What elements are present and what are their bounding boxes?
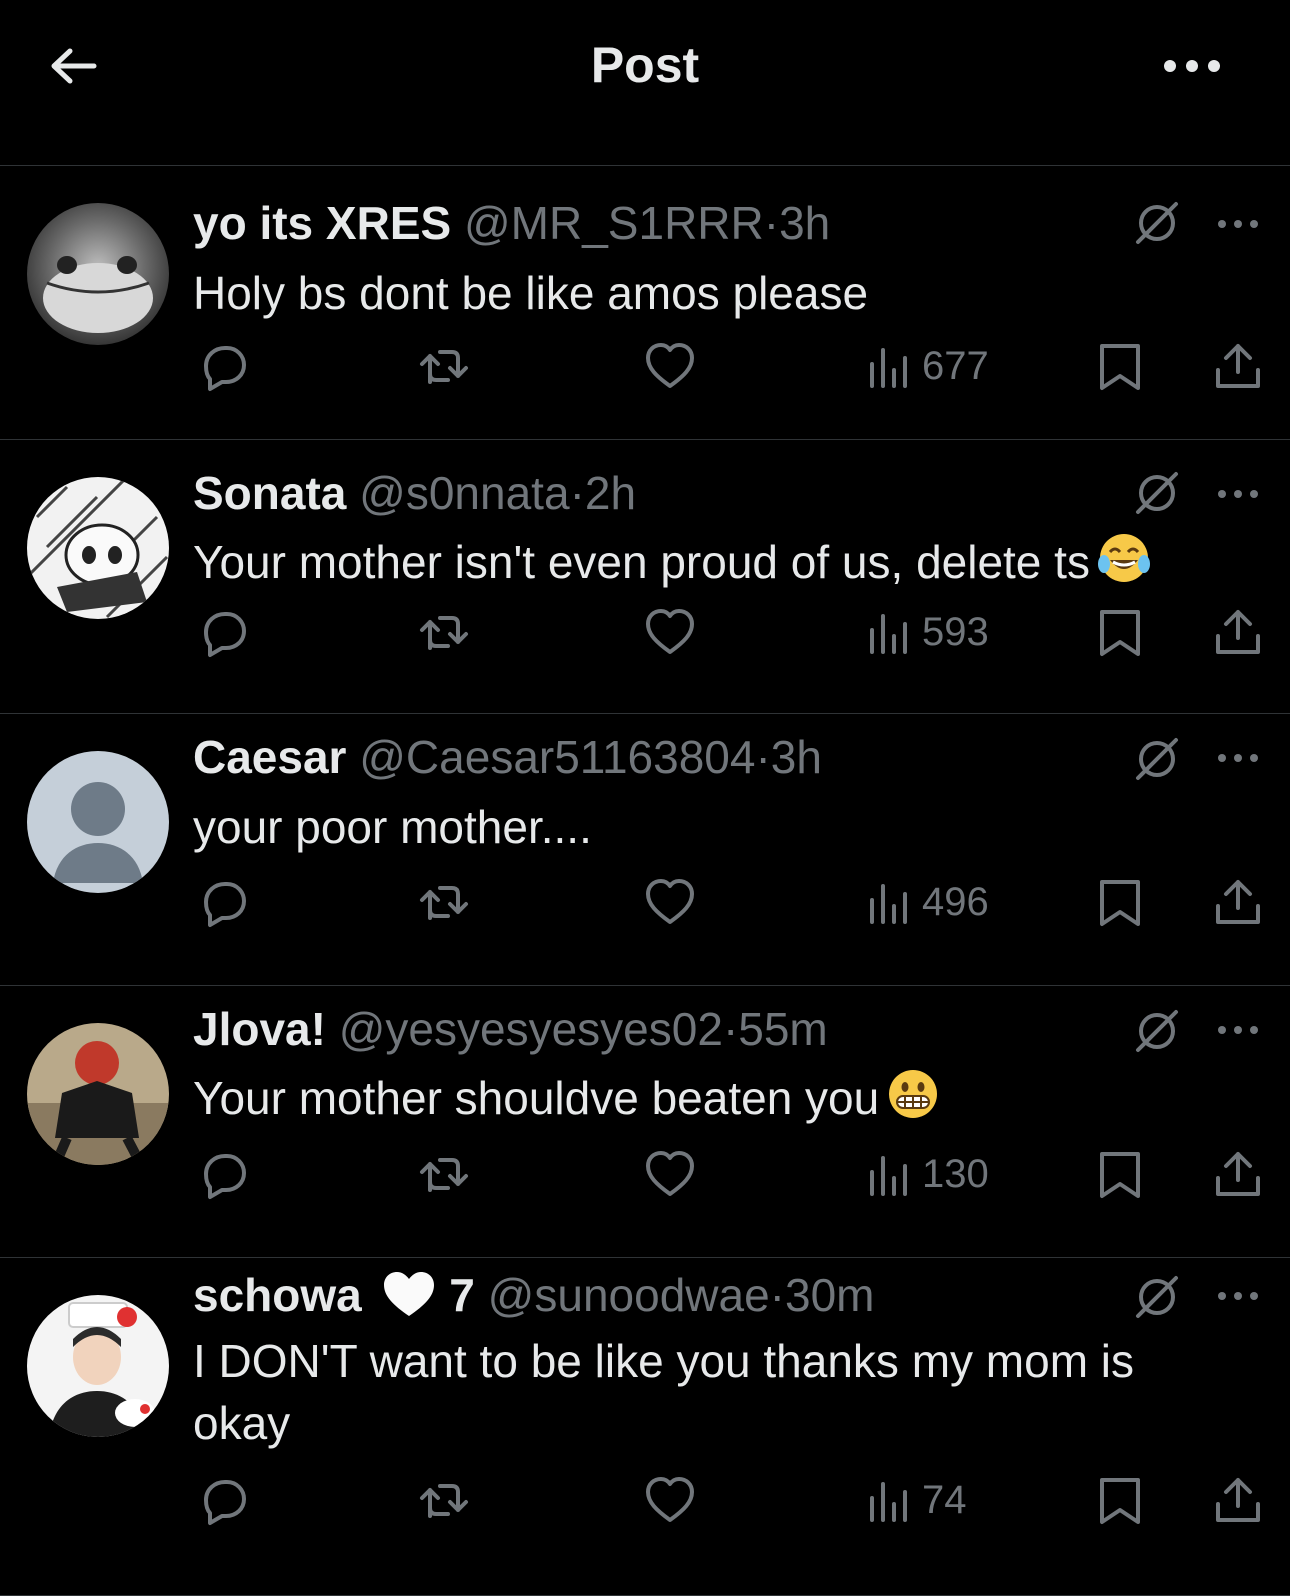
views-icon bbox=[870, 884, 907, 924]
share-icon[interactable] bbox=[1210, 874, 1266, 930]
action-bar: 74 bbox=[0, 1472, 1290, 1532]
display-name[interactable]: Jlova! bbox=[193, 1003, 326, 1055]
like-icon[interactable] bbox=[642, 1472, 698, 1528]
views-icon bbox=[870, 614, 907, 654]
views-icon bbox=[870, 1156, 907, 1196]
reply-icon[interactable] bbox=[194, 604, 250, 660]
share-icon[interactable] bbox=[1210, 1146, 1266, 1202]
views-button[interactable]: 593 bbox=[868, 604, 989, 660]
separator: · bbox=[569, 467, 585, 519]
post-text: I DON'T want to be like you thanks my mo… bbox=[193, 1335, 1135, 1449]
like-icon[interactable] bbox=[642, 338, 698, 394]
grok-icon[interactable] bbox=[1132, 468, 1182, 518]
post-text: Your mother shouldve beaten you bbox=[193, 1072, 880, 1124]
post-text: Holy bs dont be like amos please bbox=[193, 267, 869, 319]
post-more-icon[interactable] bbox=[1216, 748, 1260, 768]
white-heart-icon bbox=[383, 1272, 434, 1316]
like-icon[interactable] bbox=[642, 1146, 698, 1202]
post-more-icon[interactable] bbox=[1216, 484, 1260, 504]
like-icon[interactable] bbox=[642, 874, 698, 930]
reply-icon[interactable] bbox=[194, 1472, 250, 1528]
separator: · bbox=[769, 1269, 785, 1321]
grok-icon[interactable] bbox=[1132, 198, 1182, 248]
views-button[interactable]: 677 bbox=[868, 338, 989, 394]
reply-post[interactable]: yo its XRES @MR_S1RRR·3h Holy bs dont be… bbox=[0, 166, 1290, 440]
reply-icon[interactable] bbox=[194, 338, 250, 394]
views-button[interactable]: 496 bbox=[868, 874, 989, 930]
bookmark-icon[interactable] bbox=[1092, 338, 1148, 394]
reply-icon[interactable] bbox=[194, 874, 250, 930]
display-name[interactable]: Sonata bbox=[193, 467, 346, 519]
more-options-icon[interactable] bbox=[1160, 48, 1224, 84]
separator: · bbox=[763, 197, 780, 249]
page-title: Post bbox=[590, 37, 700, 93]
post-more-icon[interactable] bbox=[1216, 214, 1260, 234]
share-icon[interactable] bbox=[1210, 604, 1266, 660]
grok-icon[interactable] bbox=[1132, 1272, 1182, 1322]
repost-icon[interactable] bbox=[416, 604, 472, 660]
handle[interactable]: @MR_S1RRR bbox=[464, 197, 764, 249]
action-bar: 496 bbox=[0, 874, 1290, 934]
post-more-icon[interactable] bbox=[1216, 1020, 1260, 1040]
action-bar: 677 bbox=[0, 338, 1290, 398]
action-bar: 130 bbox=[0, 1146, 1290, 1206]
views-count: 593 bbox=[922, 609, 989, 654]
bookmark-icon[interactable] bbox=[1092, 874, 1148, 930]
display-name[interactable]: schowa bbox=[193, 1269, 362, 1321]
reply-post[interactable]: Sonata @s0nnata·2h Your mother isn't eve… bbox=[0, 440, 1290, 714]
grimacing-emoji-icon bbox=[889, 1070, 938, 1118]
handle[interactable]: @yesyesyesyes02 bbox=[339, 1003, 723, 1055]
avatar[interactable] bbox=[27, 751, 169, 893]
separator: · bbox=[722, 1003, 739, 1055]
views-button[interactable]: 130 bbox=[868, 1146, 989, 1202]
tears-of-joy-emoji-icon bbox=[1097, 534, 1150, 582]
handle[interactable]: @sunoodwae bbox=[488, 1269, 770, 1321]
display-name[interactable]: yo its XRES bbox=[193, 197, 451, 249]
avatar[interactable] bbox=[27, 203, 169, 345]
views-count: 496 bbox=[922, 879, 989, 924]
bookmark-icon[interactable] bbox=[1092, 1146, 1148, 1202]
grok-icon[interactable] bbox=[1132, 1006, 1182, 1056]
avatar[interactable] bbox=[27, 1023, 169, 1165]
bookmark-icon[interactable] bbox=[1092, 1472, 1148, 1528]
share-icon[interactable] bbox=[1210, 1472, 1266, 1528]
post-text: Your mother isn't even proud of us, dele… bbox=[193, 536, 1090, 588]
views-icon bbox=[870, 1482, 907, 1522]
grok-icon[interactable] bbox=[1132, 734, 1182, 784]
repost-icon[interactable] bbox=[416, 338, 472, 394]
views-button[interactable]: 74 bbox=[868, 1472, 967, 1528]
reply-post[interactable]: Caesar @Caesar51163804·3h your poor moth… bbox=[0, 714, 1290, 986]
timestamp[interactable]: 2h bbox=[585, 467, 636, 519]
views-icon bbox=[870, 348, 907, 388]
timestamp[interactable]: 3h bbox=[771, 731, 822, 783]
top-bar: Post bbox=[0, 0, 1290, 166]
avatar[interactable] bbox=[27, 477, 169, 619]
repost-icon[interactable] bbox=[416, 874, 472, 930]
handle[interactable]: @Caesar51163804 bbox=[359, 731, 755, 783]
views-count: 130 bbox=[922, 1151, 989, 1196]
separator: · bbox=[755, 731, 771, 783]
like-icon[interactable] bbox=[642, 604, 698, 660]
timestamp[interactable]: 3h bbox=[779, 197, 830, 249]
bookmark-icon[interactable] bbox=[1092, 604, 1148, 660]
name-suffix: 7 bbox=[449, 1269, 475, 1321]
repost-icon[interactable] bbox=[416, 1472, 472, 1528]
timestamp[interactable]: 30m bbox=[785, 1269, 874, 1321]
avatar[interactable] bbox=[27, 1295, 169, 1437]
timestamp[interactable]: 55m bbox=[738, 1003, 827, 1055]
handle[interactable]: @s0nnata bbox=[359, 467, 569, 519]
share-icon[interactable] bbox=[1210, 338, 1266, 394]
display-name[interactable]: Caesar bbox=[193, 731, 346, 783]
repost-icon[interactable] bbox=[416, 1146, 472, 1202]
reply-post[interactable]: Jlova! @yesyesyesyes02·55m Your mother s… bbox=[0, 986, 1290, 1258]
views-count: 74 bbox=[922, 1477, 967, 1522]
reply-icon[interactable] bbox=[194, 1146, 250, 1202]
post-text: your poor mother.... bbox=[193, 801, 592, 853]
post-more-icon[interactable] bbox=[1216, 1286, 1260, 1306]
action-bar: 593 bbox=[0, 604, 1290, 664]
reply-post[interactable]: schowa 7 @sunoodwae·30m I DON'T want to … bbox=[0, 1258, 1290, 1596]
views-count: 677 bbox=[922, 343, 989, 388]
